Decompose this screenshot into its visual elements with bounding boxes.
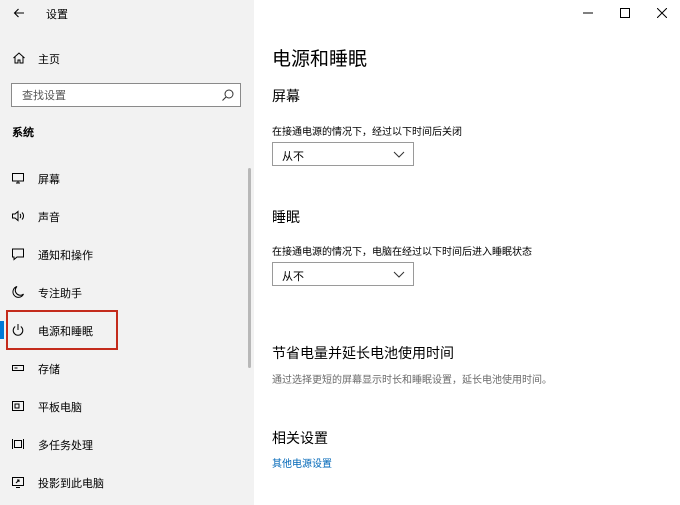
sidebar-item-tablet[interactable]: 平板电脑 bbox=[0, 391, 248, 421]
battery-description: 通过选择更短的屏幕显示时长和睡眠设置，延长电池使用时间。 bbox=[272, 375, 552, 386]
project-icon bbox=[12, 477, 24, 488]
dropdown-value: 从不 bbox=[282, 270, 304, 283]
sidebar-item-label: 平板电脑 bbox=[38, 401, 82, 414]
sleep-heading: 睡眠 bbox=[272, 210, 300, 226]
search-icon[interactable] bbox=[221, 88, 235, 102]
screen-heading: 屏幕 bbox=[272, 89, 300, 105]
close-button[interactable] bbox=[643, 0, 680, 26]
sidebar-item-sound[interactable]: 声音 bbox=[0, 201, 248, 231]
sidebar-item-notifications[interactable]: 通知和操作 bbox=[0, 239, 248, 269]
highlight-box bbox=[6, 310, 118, 350]
sidebar-item-label: 多任务处理 bbox=[38, 439, 93, 452]
sleep-timeout-dropdown[interactable]: 从不 bbox=[272, 262, 414, 286]
speaker-icon bbox=[12, 210, 24, 222]
sidebar-item-label: 主页 bbox=[38, 53, 60, 66]
home-icon bbox=[13, 52, 25, 64]
chevron-down-icon bbox=[393, 151, 405, 158]
sidebar-item-project[interactable]: 投影到此电脑 bbox=[0, 467, 248, 497]
sleep-description: 在接通电源的情况下，电脑在经过以下时间后进入睡眠状态 bbox=[272, 247, 532, 258]
screen-timeout-dropdown[interactable]: 从不 bbox=[272, 142, 414, 166]
screen-description: 在接通电源的情况下，经过以下时间后关闭 bbox=[272, 127, 462, 138]
page-title: 电源和睡眠 bbox=[272, 48, 368, 70]
sidebar-item-multitasking[interactable]: 多任务处理 bbox=[0, 429, 248, 459]
titlebar-left: 设置 bbox=[0, 0, 254, 30]
moon-icon bbox=[12, 286, 24, 298]
app-title: 设置 bbox=[46, 8, 68, 21]
sidebar-item-label: 专注助手 bbox=[38, 287, 82, 300]
chevron-down-icon bbox=[393, 271, 405, 278]
sidebar-scrollbar[interactable] bbox=[248, 168, 251, 368]
search-box[interactable] bbox=[11, 83, 241, 107]
sidebar-item-home[interactable]: 主页 bbox=[0, 44, 254, 72]
section-label: 系统 bbox=[12, 126, 34, 139]
sidebar-item-label: 通知和操作 bbox=[38, 249, 93, 262]
close-icon bbox=[656, 8, 667, 18]
sidebar: 设置 主页 系统 屏幕 声音 通知和操作 专注助手 电源和睡眠 存储 平板电脑 bbox=[0, 0, 254, 505]
back-button[interactable] bbox=[9, 3, 29, 23]
monitor-icon bbox=[12, 173, 24, 184]
maximize-icon bbox=[619, 8, 630, 18]
sidebar-item-label: 声音 bbox=[38, 211, 60, 224]
battery-heading: 节省电量并延长电池使用时间 bbox=[272, 346, 454, 362]
storage-icon bbox=[12, 365, 24, 371]
related-settings-heading: 相关设置 bbox=[272, 431, 328, 447]
sidebar-item-label: 屏幕 bbox=[38, 173, 60, 186]
sidebar-item-storage[interactable]: 存储 bbox=[0, 353, 248, 383]
sidebar-item-label: 存储 bbox=[38, 363, 60, 376]
tablet-icon bbox=[12, 401, 24, 411]
back-arrow-icon bbox=[13, 8, 24, 18]
additional-power-settings-link[interactable]: 其他电源设置 bbox=[272, 455, 332, 470]
multitask-icon bbox=[12, 439, 24, 449]
sidebar-item-focus-assist[interactable]: 专注助手 bbox=[0, 277, 248, 307]
window-controls bbox=[569, 0, 680, 26]
notification-icon bbox=[12, 248, 24, 261]
sidebar-item-display[interactable]: 屏幕 bbox=[0, 163, 248, 193]
search-input[interactable] bbox=[12, 84, 212, 106]
maximize-button[interactable] bbox=[606, 0, 643, 26]
dropdown-value: 从不 bbox=[282, 150, 304, 163]
main-content: 电源和睡眠 屏幕 在接通电源的情况下，经过以下时间后关闭 从不 睡眠 在接通电源… bbox=[254, 0, 680, 505]
minimize-button[interactable] bbox=[569, 0, 606, 26]
minimize-icon bbox=[582, 12, 593, 14]
sidebar-item-label: 投影到此电脑 bbox=[38, 477, 104, 490]
